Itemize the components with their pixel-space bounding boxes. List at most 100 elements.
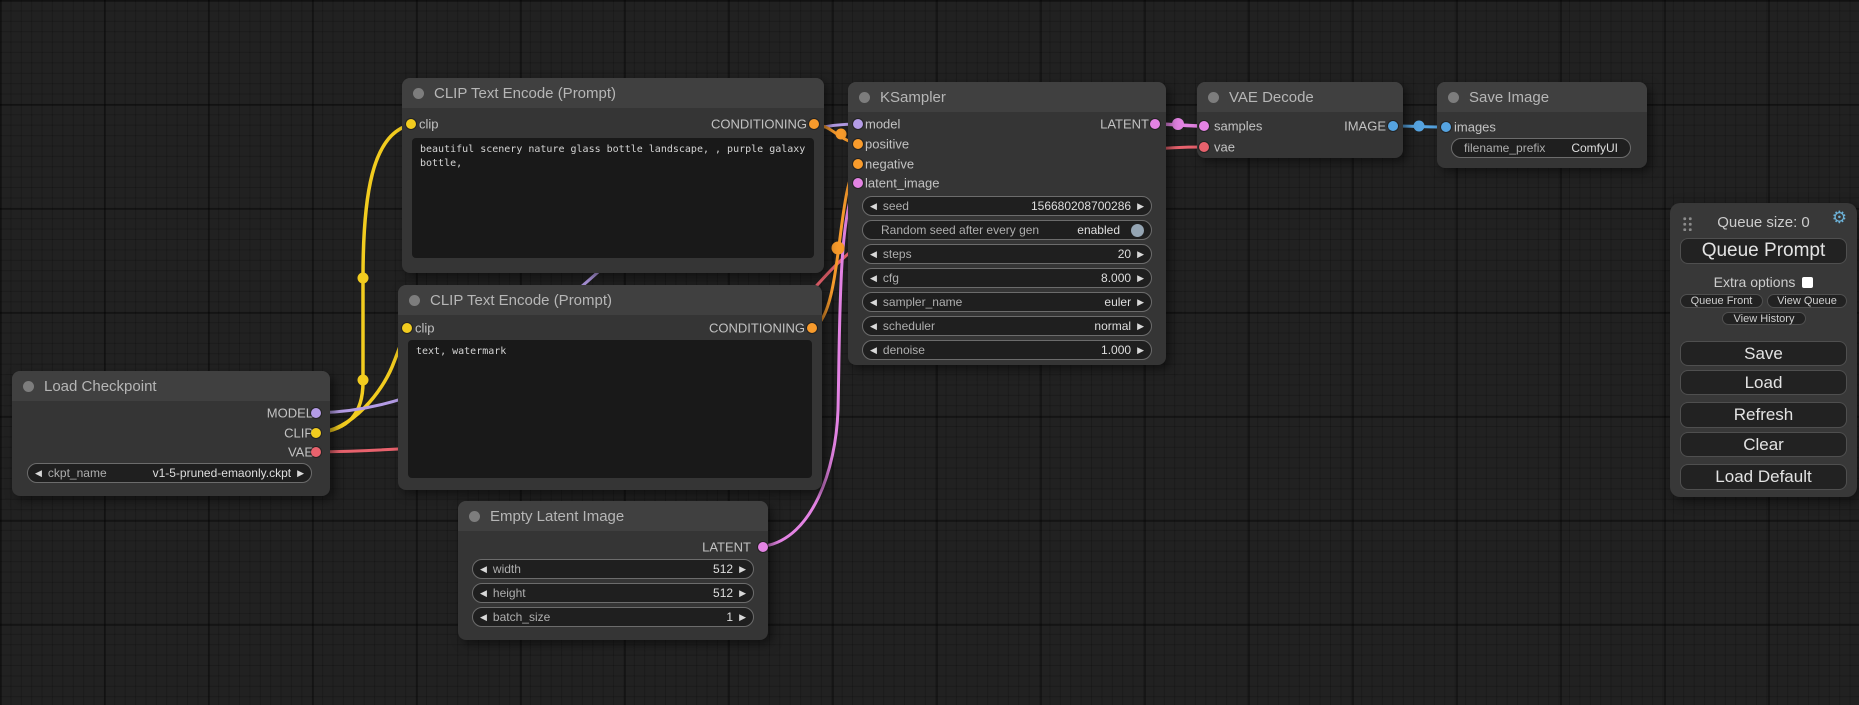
stepper-left-icon[interactable]: ◀ <box>480 589 487 598</box>
stepper-left-icon[interactable]: ◀ <box>35 469 42 478</box>
collapse-dot-icon[interactable] <box>1448 92 1459 103</box>
denoise-widget[interactable]: ◀ denoise 1.000 ▶ <box>862 340 1152 360</box>
node-graph-canvas[interactable]: Load Checkpoint MODEL CLIP VAE ◀ ckpt_na… <box>0 0 1859 705</box>
stepper-right-icon[interactable]: ▶ <box>739 565 746 574</box>
stepper-left-icon[interactable]: ◀ <box>870 202 877 211</box>
extra-options-checkbox[interactable] <box>1802 277 1813 288</box>
ckpt-name-widget[interactable]: ◀ ckpt_name v1-5-pruned-emaonly.ckpt ▶ <box>27 463 312 483</box>
gear-icon[interactable]: ⚙ <box>1832 210 1847 227</box>
queue-prompt-button[interactable]: Queue Prompt <box>1680 238 1847 264</box>
stepper-right-icon[interactable]: ▶ <box>1137 322 1144 331</box>
input-port-positive[interactable] <box>853 139 863 149</box>
stepper-left-icon[interactable]: ◀ <box>870 274 877 283</box>
input-port-clip[interactable] <box>402 323 412 333</box>
view-history-button[interactable]: View History <box>1722 312 1806 325</box>
node-title-bar[interactable]: CLIP Text Encode (Prompt) <box>402 78 824 108</box>
widget-value: 1 <box>726 610 733 624</box>
stepper-right-icon[interactable]: ▶ <box>739 613 746 622</box>
collapse-dot-icon[interactable] <box>469 511 480 522</box>
queue-panel[interactable]: Queue size: 0 ⚙ Queue Prompt Extra optio… <box>1670 203 1857 497</box>
node-clip-text-encode-positive[interactable]: CLIP Text Encode (Prompt) clip CONDITION… <box>402 78 824 273</box>
input-label-model: model <box>865 117 900 132</box>
stepper-left-icon[interactable]: ◀ <box>480 613 487 622</box>
input-port-latent-image[interactable] <box>853 178 863 188</box>
prompt-textarea[interactable]: text, watermark <box>408 340 812 478</box>
widget-value: 512 <box>713 586 733 600</box>
toggle-icon[interactable] <box>1131 224 1144 237</box>
stepper-left-icon[interactable]: ◀ <box>870 298 877 307</box>
input-port-images[interactable] <box>1441 122 1451 132</box>
node-clip-text-encode-negative[interactable]: CLIP Text Encode (Prompt) clip CONDITION… <box>398 285 822 490</box>
stepper-right-icon[interactable]: ▶ <box>739 589 746 598</box>
stepper-left-icon[interactable]: ◀ <box>480 565 487 574</box>
collapse-dot-icon[interactable] <box>23 381 34 392</box>
stepper-right-icon[interactable]: ▶ <box>1137 274 1144 283</box>
prompt-textarea[interactable]: beautiful scenery nature glass bottle la… <box>412 138 814 258</box>
node-load-checkpoint[interactable]: Load Checkpoint MODEL CLIP VAE ◀ ckpt_na… <box>12 371 330 496</box>
save-button[interactable]: Save <box>1680 341 1847 366</box>
width-widget[interactable]: ◀ width 512 ▶ <box>472 559 754 579</box>
output-port-conditioning[interactable] <box>807 323 817 333</box>
refresh-button[interactable]: Refresh <box>1680 402 1847 428</box>
input-port-samples[interactable] <box>1199 121 1209 131</box>
seed-widget[interactable]: ◀ seed 156680208700286 ▶ <box>862 196 1152 216</box>
height-widget[interactable]: ◀ height 512 ▶ <box>472 583 754 603</box>
output-port-vae[interactable] <box>311 447 321 457</box>
stepper-left-icon[interactable]: ◀ <box>870 346 877 355</box>
output-label-clip: CLIP <box>284 426 313 441</box>
queue-size-label: Queue size: 0 <box>1670 214 1857 231</box>
input-port-negative[interactable] <box>853 159 863 169</box>
view-queue-button[interactable]: View Queue <box>1767 294 1847 308</box>
output-port-conditioning[interactable] <box>809 119 819 129</box>
stepper-right-icon[interactable]: ▶ <box>1137 202 1144 211</box>
node-title: CLIP Text Encode (Prompt) <box>434 85 616 102</box>
output-label-model: MODEL <box>267 406 313 421</box>
batch-size-widget[interactable]: ◀ batch_size 1 ▶ <box>472 607 754 627</box>
input-label-negative: negative <box>865 157 914 172</box>
node-title-bar[interactable]: Empty Latent Image <box>458 501 768 531</box>
stepper-right-icon[interactable]: ▶ <box>1137 298 1144 307</box>
sampler-name-widget[interactable]: ◀ sampler_name euler ▶ <box>862 292 1152 312</box>
node-title-bar[interactable]: KSampler <box>848 82 1166 112</box>
widget-label: sampler_name <box>883 295 962 309</box>
input-port-clip[interactable] <box>406 119 416 129</box>
widget-label: cfg <box>883 271 899 285</box>
output-port-model[interactable] <box>311 408 321 418</box>
stepper-left-icon[interactable]: ◀ <box>870 322 877 331</box>
output-port-image[interactable] <box>1388 121 1398 131</box>
node-title-bar[interactable]: VAE Decode <box>1197 82 1403 112</box>
node-save-image[interactable]: Save Image images filename_prefix ComfyU… <box>1437 82 1647 168</box>
stepper-right-icon[interactable]: ▶ <box>297 469 304 478</box>
link-dot <box>358 273 369 284</box>
output-port-latent[interactable] <box>758 542 768 552</box>
collapse-dot-icon[interactable] <box>413 88 424 99</box>
node-ksampler[interactable]: KSampler model positive negative latent_… <box>848 82 1166 365</box>
random-seed-widget[interactable]: Random seed after every gen enabled <box>862 220 1152 240</box>
collapse-dot-icon[interactable] <box>409 295 420 306</box>
load-button[interactable]: Load <box>1680 370 1847 395</box>
node-empty-latent-image[interactable]: Empty Latent Image LATENT ◀ width 512 ▶ … <box>458 501 768 640</box>
collapse-dot-icon[interactable] <box>1208 92 1219 103</box>
widget-value: ComfyUI <box>1571 141 1618 155</box>
scheduler-widget[interactable]: ◀ scheduler normal ▶ <box>862 316 1152 336</box>
steps-widget[interactable]: ◀ steps 20 ▶ <box>862 244 1152 264</box>
stepper-right-icon[interactable]: ▶ <box>1137 250 1144 259</box>
stepper-right-icon[interactable]: ▶ <box>1137 346 1144 355</box>
filename-prefix-widget[interactable]: filename_prefix ComfyUI <box>1451 138 1631 158</box>
stepper-left-icon[interactable]: ◀ <box>870 250 877 259</box>
node-vae-decode[interactable]: VAE Decode samples vae IMAGE <box>1197 82 1403 158</box>
queue-front-button[interactable]: Queue Front <box>1680 294 1763 308</box>
input-port-vae[interactable] <box>1199 142 1209 152</box>
input-label-latent-image: latent_image <box>865 176 939 191</box>
node-title-bar[interactable]: Save Image <box>1437 82 1647 112</box>
clear-button[interactable]: Clear <box>1680 432 1847 457</box>
input-port-model[interactable] <box>853 119 863 129</box>
node-title-bar[interactable]: CLIP Text Encode (Prompt) <box>398 285 822 315</box>
collapse-dot-icon[interactable] <box>859 92 870 103</box>
load-default-button[interactable]: Load Default <box>1680 464 1847 490</box>
widget-value: 20 <box>1118 247 1131 261</box>
output-port-latent[interactable] <box>1150 119 1160 129</box>
output-port-clip[interactable] <box>311 428 321 438</box>
node-title-bar[interactable]: Load Checkpoint <box>12 371 330 401</box>
cfg-widget[interactable]: ◀ cfg 8.000 ▶ <box>862 268 1152 288</box>
